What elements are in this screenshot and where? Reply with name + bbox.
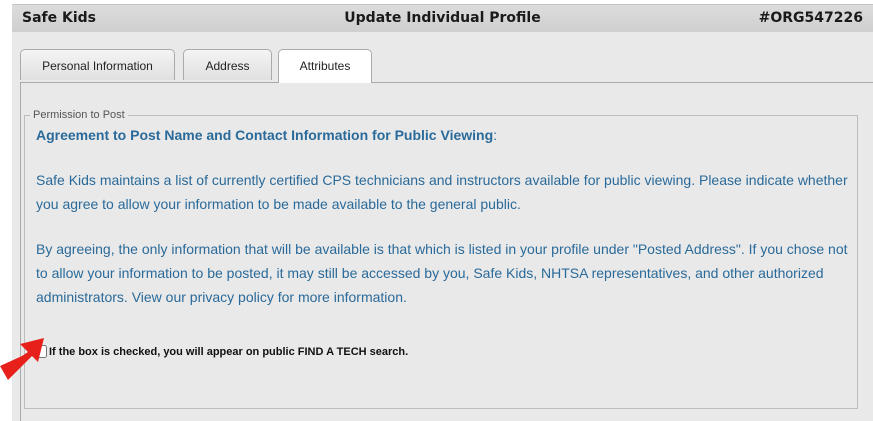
profile-window: Safe Kids Update Individual Profile #ORG… xyxy=(12,0,873,421)
agreement-paragraph-2: By agreeing, the only information that w… xyxy=(36,241,848,305)
agreement-heading-colon: : xyxy=(493,127,498,143)
permission-legend: Permission to Post xyxy=(33,109,125,121)
tab-attributes[interactable]: Attributes xyxy=(278,49,372,83)
attributes-panel: Permission to Post Agreement to Post Nam… xyxy=(20,82,873,421)
agreement-heading: Agreement to Post Name and Contact Infor… xyxy=(36,127,497,143)
tab-address[interactable]: Address xyxy=(183,49,272,80)
red-arrow-icon xyxy=(0,338,44,380)
title-bar: Safe Kids Update Individual Profile #ORG… xyxy=(12,4,873,33)
agreement-heading-text: Agreement to Post Name and Contact Infor… xyxy=(36,127,494,143)
org-id: #ORG547226 xyxy=(758,10,863,26)
agreement-paragraph-1: Safe Kids maintains a list of currently … xyxy=(36,172,848,212)
page-title: Update Individual Profile xyxy=(344,10,541,26)
tabs-area: Personal Information Address Attributes … xyxy=(12,32,873,421)
find-a-tech-checkbox-label: If the box is checked, you will appear o… xyxy=(49,345,409,358)
tab-personal-information[interactable]: Personal Information xyxy=(20,49,175,80)
find-a-tech-checkbox-row[interactable]: If the box is checked, you will appear o… xyxy=(34,345,408,358)
